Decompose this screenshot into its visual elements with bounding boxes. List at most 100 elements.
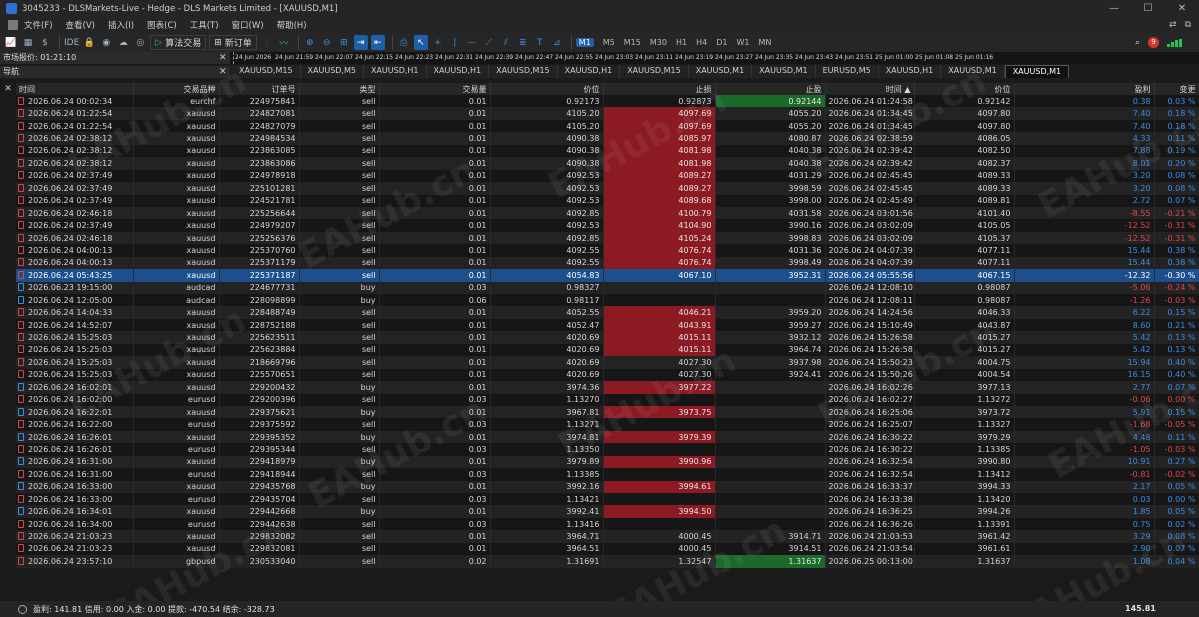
col-ticket[interactable]: 订单号 [219, 83, 300, 95]
market-watch-close-icon[interactable]: ✕ [219, 52, 227, 64]
lock-icon[interactable]: 🔒 [82, 35, 96, 50]
table-row[interactable]: 2026.06.24 16:34:01 xauusd 229442668 buy 0.0… [16, 505, 1199, 518]
table-row[interactable]: 2026.06.24 16:33:00 eurusd 229435704 sell 0.… [16, 493, 1199, 506]
col-type[interactable]: 类型 [299, 83, 380, 95]
market-icon[interactable]: $ [38, 35, 52, 50]
table-row[interactable]: 2026.06.24 21:03:23 xauusd 229832082 sell 0.… [16, 530, 1199, 543]
timeframe-d1[interactable]: D1 [716, 38, 727, 47]
signal-icon[interactable]: ◉ [99, 35, 113, 50]
table-row[interactable]: 2026.06.24 16:26:01 eurusd 229395344 sell 0.… [16, 443, 1199, 456]
trendline-icon[interactable]: ⟋ [482, 35, 496, 50]
col-profit[interactable]: 盈利 [1014, 83, 1155, 95]
col-price[interactable]: 价位 [490, 83, 604, 95]
table-row[interactable]: 2026.06.24 02:38:12 xauusd 223863085 sell 0.… [16, 144, 1199, 158]
col-change[interactable]: 变更 [1154, 83, 1199, 95]
table-row[interactable]: 2026.06.24 01:22:54 xauusd 224827081 sell 0.… [16, 107, 1199, 120]
menu-insert[interactable]: 插入(I) [108, 19, 134, 31]
chart-tab[interactable]: XAUUSD,M15 [620, 65, 689, 78]
depth-of-market-icon[interactable]: ⫶ [260, 35, 274, 50]
menu-help[interactable]: 帮助(H) [277, 19, 307, 31]
maximize-button[interactable]: ☐ [1131, 0, 1165, 17]
table-row[interactable]: 2026.06.24 05:43:25 xauusd 225371187 sell 0.… [16, 269, 1199, 282]
minimize-button[interactable]: — [1097, 0, 1131, 17]
table-row[interactable]: 2026.06.24 15:25:03 xauusd 225623884 sell 0.… [16, 343, 1199, 357]
timeframe-h1[interactable]: H1 [676, 38, 687, 47]
cloud-icon[interactable]: ☁ [116, 35, 130, 50]
vertical-line-icon[interactable]: | [448, 35, 462, 50]
table-row[interactable]: 2026.06.24 02:37:49 xauusd 225101281 sell 0.… [16, 182, 1199, 195]
fibonacci-icon[interactable]: ≣ [516, 35, 530, 50]
notification-badge[interactable]: 9 [1148, 37, 1159, 48]
timeframe-mn[interactable]: MN [758, 38, 771, 47]
chart-tab[interactable]: EURUSD,M5 [815, 65, 879, 78]
table-row[interactable]: 2026.06.24 02:37:49 xauusd 224521781 sell 0.… [16, 194, 1199, 207]
table-row[interactable]: 2026.06.24 16:02:00 eurusd 229200396 sell 0.… [16, 393, 1199, 406]
table-row[interactable]: 2026.06.24 12:05:00 audcad 228098899 buy 0.0… [16, 294, 1199, 307]
col-time[interactable]: 时间 [16, 83, 134, 95]
table-row[interactable]: 2026.06.24 02:38:12 xauusd 224984534 sell 0.… [16, 132, 1199, 145]
table-row[interactable]: 2026.06.24 01:22:54 xauusd 224827079 sell 0.… [16, 119, 1199, 133]
vps-icon[interactable]: ◎ [133, 35, 147, 50]
col-stop-loss[interactable]: 止损 [603, 83, 716, 95]
col-close-price[interactable]: 价位 [914, 83, 1015, 95]
grid-icon[interactable]: ⊞ [337, 35, 351, 50]
table-row[interactable]: 2026.06.24 16:22:00 eurusd 229375592 sell 0.… [16, 418, 1199, 431]
table-row[interactable]: 2026.06.24 15:25:03 xauusd 225623511 sell 0.… [16, 331, 1199, 344]
table-row[interactable]: 2026.06.24 16:31:00 eurusd 229418944 sell 0.… [16, 468, 1199, 481]
chart-type-icon[interactable]: 📈 [4, 35, 18, 50]
table-row[interactable]: 2026.06.24 14:04:33 xauusd 228488749 sell 0.… [16, 306, 1199, 319]
toolbox-close-icon[interactable]: ✕ [0, 83, 16, 95]
autoscroll-icon[interactable]: ⇥ [353, 35, 368, 50]
cursor-icon[interactable]: ↖ [413, 35, 428, 50]
chart-tab[interactable]: XAUUSD,M5 [300, 65, 364, 78]
table-row[interactable]: 2026.06.23 19:15:00 audcad 224677731 buy 0.0… [16, 281, 1199, 294]
app-menu-icon[interactable] [8, 20, 18, 30]
chart-tab[interactable]: XAUUSD,M15 [489, 65, 558, 78]
table-row[interactable]: 2026.06.24 02:37:49 xauusd 224979207 sell 0.… [16, 219, 1199, 232]
table-row[interactable]: 2026.06.24 16:33:00 xauusd 229435768 buy 0.0… [16, 480, 1199, 493]
profiles-icon[interactable]: ▦ [21, 35, 35, 50]
menu-window[interactable]: 窗口(W) [232, 19, 264, 31]
col-volume[interactable]: 交易量 [379, 83, 491, 95]
table-row[interactable]: 2026.06.24 04:00:13 xauusd 225371179 sell 0.… [16, 256, 1199, 270]
table-row[interactable]: 2026.06.24 16:31:00 xauusd 229418979 buy 0.0… [16, 455, 1199, 469]
menu-view[interactable]: 查看(V) [66, 19, 95, 31]
col-symbol[interactable]: 交易品种 [133, 83, 220, 95]
table-row[interactable]: 2026.06.24 00:02:34 eurchf 224975841 sell 0.… [16, 95, 1199, 108]
table-row[interactable]: 2026.06.24 16:26:01 xauusd 229395352 buy 0.0… [16, 430, 1199, 444]
table-row[interactable]: 2026.06.24 16:34:00 eurusd 229442638 sell 0.… [16, 517, 1199, 531]
zoom-in-icon[interactable]: ⊕ [303, 35, 317, 50]
timeframe-m1[interactable]: M1 [575, 38, 594, 47]
restore-icon[interactable]: ⧉ [1185, 20, 1191, 30]
menu-file[interactable]: 文件(F) [24, 19, 53, 31]
table-row[interactable]: 2026.06.24 15:25:03 xauusd 225570651 sell 0.… [16, 368, 1199, 382]
chart-shift-icon[interactable]: ⇤ [370, 35, 385, 50]
table-row[interactable]: 2026.06.24 21:03:23 xauusd 229832081 sell 0.… [16, 542, 1199, 556]
ide-button[interactable]: IDE [64, 35, 79, 50]
table-row[interactable]: 2026.06.24 02:46:18 xauusd 225256644 sell 0.… [16, 206, 1199, 220]
col-close-time[interactable]: 时间 ▲ [825, 83, 915, 95]
crosshair-icon[interactable]: + [431, 35, 445, 50]
table-row[interactable]: 2026.06.24 04:00:13 xauusd 225370760 sell 0.… [16, 244, 1199, 257]
chart-tab[interactable]: XAUUSD,M1 [752, 65, 816, 78]
timeframe-m30[interactable]: M30 [650, 38, 667, 47]
chart-tab[interactable]: XAUUSD,M1 [1004, 65, 1070, 78]
channel-icon[interactable]: ⫽ [499, 35, 513, 50]
search-icon[interactable]: ⌕ [1135, 38, 1140, 48]
col-take-profit[interactable]: 止盈 [715, 83, 826, 95]
chart-tab[interactable]: XAUUSD,H1 [878, 65, 942, 78]
table-row[interactable]: 2026.06.24 02:46:18 xauusd 225256376 sell 0.… [16, 231, 1199, 245]
menu-charts[interactable]: 图表(C) [147, 19, 177, 31]
translate-icon[interactable]: ⇄ [1169, 20, 1177, 30]
timeframe-m5[interactable]: M5 [603, 38, 615, 47]
table-row[interactable]: 2026.06.24 16:02:01 xauusd 229200432 buy 0.0… [16, 381, 1199, 394]
timeframe-w1[interactable]: W1 [736, 38, 749, 47]
chart-tab[interactable]: XAUUSD,H1 [426, 65, 490, 78]
table-row[interactable]: 2026.06.24 02:37:49 xauusd 224978918 sell 0.… [16, 169, 1199, 183]
table-row[interactable]: 2026.06.24 02:38:12 xauusd 223863086 sell 0.… [16, 157, 1199, 170]
timeframe-h4[interactable]: H4 [696, 38, 707, 47]
chart-tab[interactable]: XAUUSD,M15 [232, 65, 301, 78]
table-row[interactable]: 2026.06.24 15:25:03 xauusd 218669796 sell 0.… [16, 356, 1199, 369]
indicators-icon[interactable]: 〰 [277, 35, 291, 50]
menu-tools[interactable]: 工具(T) [190, 19, 219, 31]
